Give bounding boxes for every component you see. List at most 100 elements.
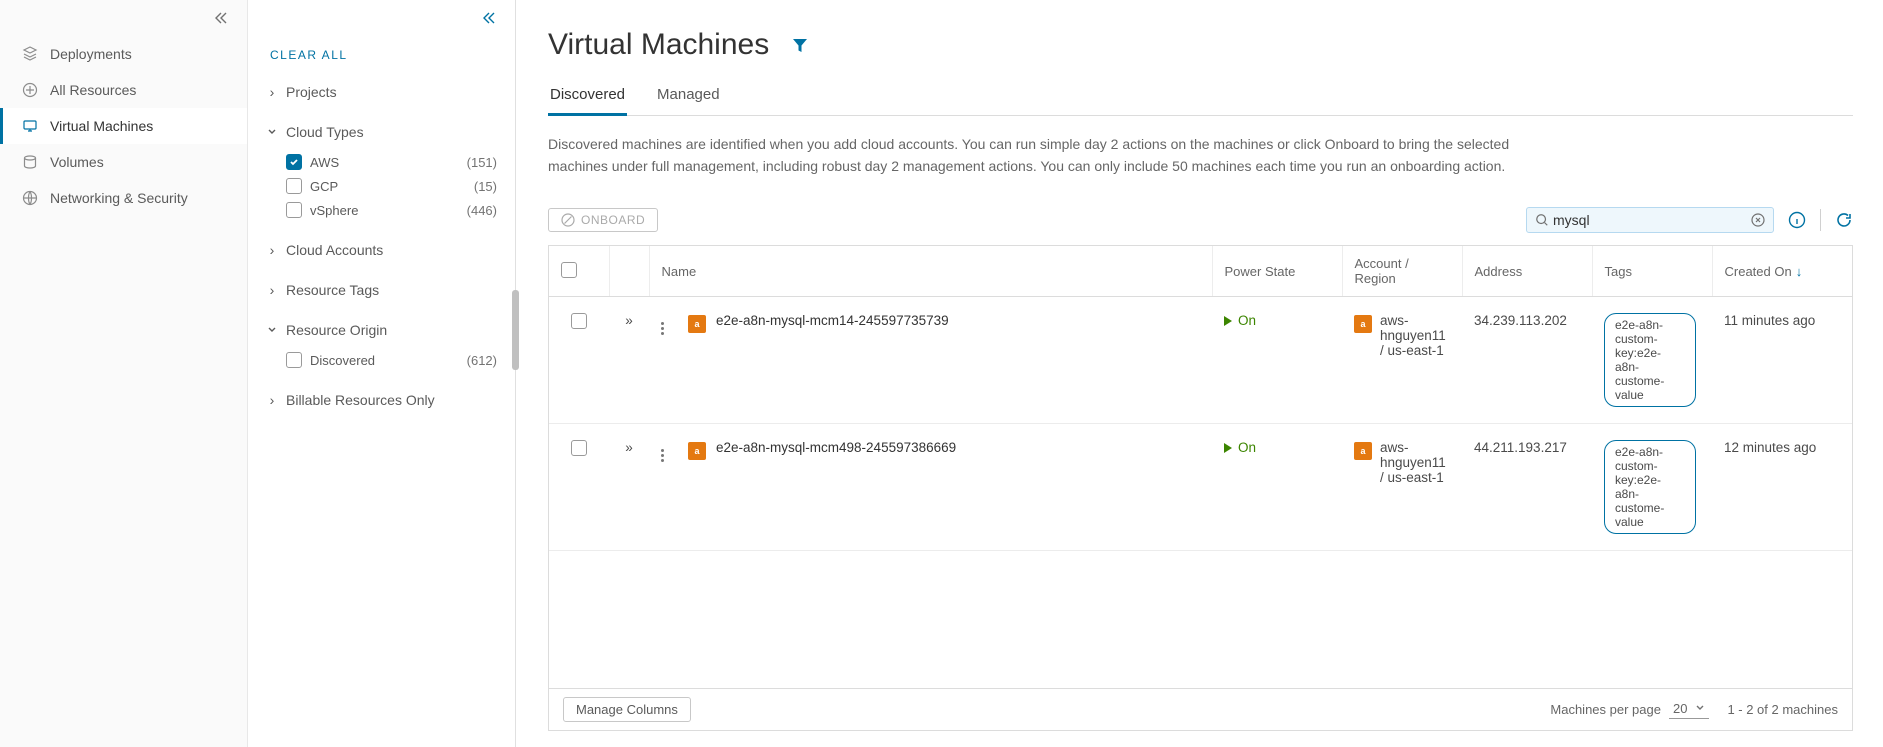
tab-description: Discovered machines are identified when …	[548, 134, 1568, 177]
tag-pill[interactable]: e2e-a8n-custom-key:e2e-a8n-custome-value	[1604, 313, 1696, 407]
chevron-double-left-icon	[481, 10, 497, 26]
filter-label: Projects	[286, 84, 337, 100]
nav-label: Volumes	[50, 154, 104, 170]
sort-descending-icon: ↓	[1796, 264, 1803, 279]
filter-projects-toggle[interactable]: › Projects	[266, 80, 497, 104]
main-content: Virtual Machines Discovered Managed Disc…	[516, 0, 1883, 747]
nav-item-deployments[interactable]: Deployments	[0, 36, 247, 72]
address: 44.211.193.217	[1462, 424, 1592, 551]
option-label: AWS	[310, 155, 339, 170]
chevron-right-icon: ›	[266, 392, 278, 408]
filter-resource-tags-toggle[interactable]: › Resource Tags	[266, 278, 497, 302]
column-tags[interactable]: Tags	[1592, 246, 1712, 297]
info-icon[interactable]	[1788, 211, 1806, 229]
column-power-state[interactable]: Power State	[1212, 246, 1342, 297]
deployments-icon	[22, 46, 38, 62]
pagination-range: 1 - 2 of 2 machines	[1727, 702, 1838, 717]
nav-item-all-resources[interactable]: All Resources	[0, 72, 247, 108]
filter-collapse-toggle[interactable]	[266, 0, 497, 36]
option-label: GCP	[310, 179, 338, 194]
table-row: » a e2e-a8n-mysql-mcm14-245597735739 On …	[549, 297, 1852, 424]
filter-option-aws[interactable]: AWS (151)	[286, 150, 497, 174]
filter-label: Cloud Types	[286, 124, 364, 140]
row-checkbox[interactable]	[571, 313, 587, 329]
chevron-down-icon	[266, 127, 278, 137]
aws-provider-icon: a	[1354, 315, 1372, 333]
select-all-checkbox[interactable]	[561, 262, 577, 278]
chevron-right-icon: ›	[266, 282, 278, 298]
filter-billable-toggle[interactable]: › Billable Resources Only	[266, 388, 497, 412]
column-address[interactable]: Address	[1462, 246, 1592, 297]
tag-pill[interactable]: e2e-a8n-custom-key:e2e-a8n-custome-value	[1604, 440, 1696, 534]
filter-cloud-types-toggle[interactable]: Cloud Types	[266, 120, 497, 144]
onboard-button[interactable]: ONBOARD	[548, 208, 658, 232]
refresh-icon[interactable]	[1835, 211, 1853, 229]
nav-label: Virtual Machines	[50, 118, 153, 134]
tab-managed[interactable]: Managed	[655, 80, 722, 115]
clear-all-filters[interactable]: CLEAR ALL	[266, 36, 497, 80]
filter-label: Resource Origin	[286, 322, 387, 338]
per-page-select[interactable]: 20	[1669, 701, 1709, 719]
power-state-on: On	[1224, 440, 1256, 455]
nav-collapse-toggle[interactable]	[0, 0, 247, 36]
filter-label: Resource Tags	[286, 282, 379, 298]
search-box[interactable]	[1526, 207, 1774, 233]
column-name[interactable]: Name	[649, 246, 1212, 297]
nav-item-networking-security[interactable]: Networking & Security	[0, 180, 247, 216]
chevron-down-icon	[266, 325, 278, 335]
search-icon	[1535, 213, 1549, 227]
expand-row-icon[interactable]: »	[625, 440, 633, 455]
row-checkbox[interactable]	[571, 440, 587, 456]
play-icon	[1224, 316, 1232, 326]
row-actions-menu[interactable]	[661, 445, 664, 462]
option-count: (612)	[467, 353, 497, 368]
aws-provider-icon: a	[688, 315, 706, 333]
onboard-icon	[561, 213, 575, 227]
aws-provider-icon: a	[688, 442, 706, 460]
table-row: » a e2e-a8n-mysql-mcm498-245597386669 On…	[549, 424, 1852, 551]
checkbox-icon	[286, 202, 302, 218]
account-region: aws-hnguyen11 / us-east-1	[1380, 313, 1450, 358]
nav-item-virtual-machines[interactable]: Virtual Machines	[0, 108, 247, 144]
nav-item-volumes[interactable]: Volumes	[0, 144, 247, 180]
filter-cloud-accounts-toggle[interactable]: › Cloud Accounts	[266, 238, 497, 262]
option-count: (151)	[467, 155, 497, 170]
table-header-row: Name Power State Account / Region Addres…	[549, 246, 1852, 297]
created-on: 11 minutes ago	[1712, 297, 1852, 424]
filter-icon[interactable]	[791, 36, 809, 54]
column-account-region[interactable]: Account / Region	[1342, 246, 1462, 297]
vm-icon	[22, 118, 38, 134]
per-page-label: Machines per page	[1550, 702, 1661, 717]
chevron-right-icon: ›	[266, 84, 278, 100]
row-actions-menu[interactable]	[661, 318, 664, 335]
nav-label: Networking & Security	[50, 190, 188, 206]
expand-row-icon[interactable]: »	[625, 313, 633, 328]
button-label: ONBOARD	[581, 213, 645, 227]
clear-search-icon[interactable]	[1751, 213, 1765, 227]
machine-name[interactable]: e2e-a8n-mysql-mcm14-245597735739	[716, 313, 949, 328]
option-count: (15)	[474, 179, 497, 194]
filter-option-discovered[interactable]: Discovered (612)	[286, 348, 497, 372]
option-label: vSphere	[310, 203, 358, 218]
page-title: Virtual Machines	[548, 28, 769, 62]
nav-label: Deployments	[50, 46, 132, 62]
chevron-down-icon	[1695, 703, 1705, 713]
scrollbar-thumb[interactable]	[512, 290, 519, 370]
checkbox-checked-icon	[286, 154, 302, 170]
filter-resource-origin-toggle[interactable]: Resource Origin	[266, 318, 497, 342]
network-icon	[22, 190, 38, 206]
manage-columns-button[interactable]: Manage Columns	[563, 697, 691, 722]
volumes-icon	[22, 154, 38, 170]
search-input[interactable]	[1549, 210, 1751, 230]
filter-option-vsphere[interactable]: vSphere (446)	[286, 198, 497, 222]
nav-label: All Resources	[50, 82, 136, 98]
column-created-on[interactable]: Created On↓	[1712, 246, 1852, 297]
machines-table: Name Power State Account / Region Addres…	[548, 245, 1853, 689]
tabs: Discovered Managed	[548, 80, 1853, 116]
filter-panel: CLEAR ALL › Projects Cloud Types AWS (15…	[248, 0, 516, 747]
machine-name[interactable]: e2e-a8n-mysql-mcm498-245597386669	[716, 440, 956, 455]
filter-label: Cloud Accounts	[286, 242, 383, 258]
chevron-double-left-icon	[213, 10, 229, 26]
filter-option-gcp[interactable]: GCP (15)	[286, 174, 497, 198]
tab-discovered[interactable]: Discovered	[548, 80, 627, 116]
